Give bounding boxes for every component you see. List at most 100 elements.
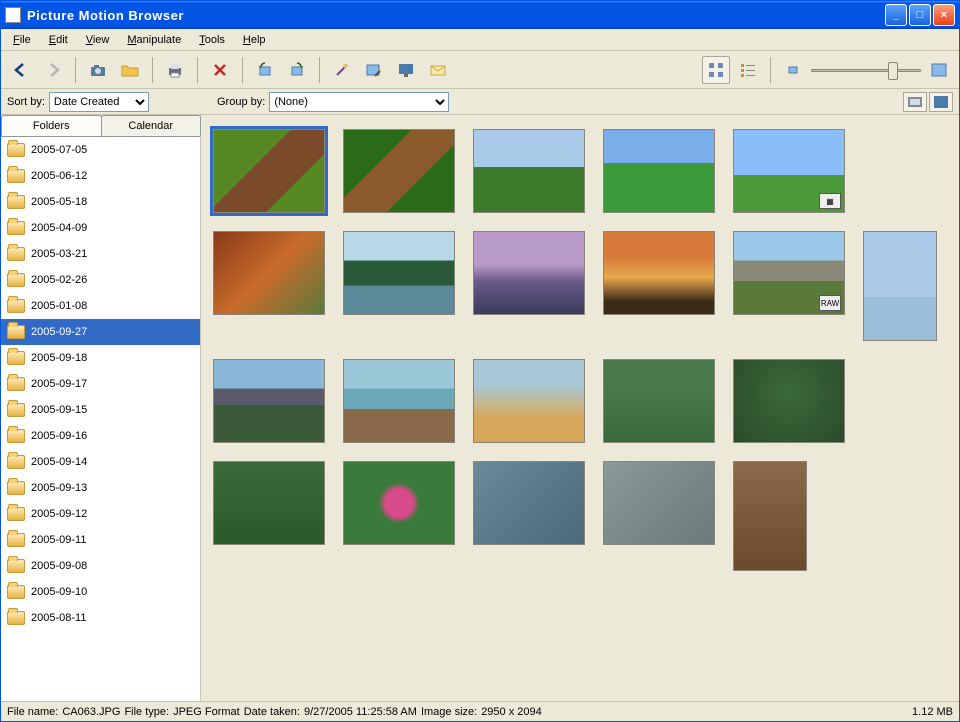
folder-row[interactable]: 2005-09-17: [1, 371, 200, 397]
maximize-button[interactable]: □: [909, 4, 931, 26]
tab-calendar[interactable]: Calendar: [101, 115, 202, 136]
folder-row[interactable]: 2005-02-26: [1, 267, 200, 293]
folder-label: 2005-05-18: [31, 196, 87, 208]
print-button[interactable]: [161, 56, 189, 84]
thumbnail[interactable]: [213, 461, 325, 545]
thumbnail[interactable]: [473, 129, 585, 213]
group-select[interactable]: (None): [269, 92, 449, 112]
thumbnail[interactable]: [863, 231, 937, 341]
single-icon: [933, 95, 949, 109]
delete-button[interactable]: [206, 56, 234, 84]
menu-edit[interactable]: Edit: [41, 32, 76, 48]
thumbnail[interactable]: RAW: [733, 231, 845, 315]
folder-row[interactable]: 2005-05-18: [1, 189, 200, 215]
zoom-large-button[interactable]: [925, 56, 953, 84]
menu-help[interactable]: Help: [235, 32, 274, 48]
folder-open-icon: [120, 60, 140, 80]
folder-row[interactable]: 2005-04-09: [1, 215, 200, 241]
folder-label: 2005-09-08: [31, 560, 87, 572]
folder-row[interactable]: 2005-07-05: [1, 137, 200, 163]
thumbnail[interactable]: [473, 231, 585, 315]
single-view-button[interactable]: [929, 92, 953, 112]
folder-row[interactable]: 2005-01-08: [1, 293, 200, 319]
folder-row[interactable]: 2005-08-11: [1, 605, 200, 631]
thumbnail[interactable]: [343, 359, 455, 443]
folder-icon: [7, 221, 25, 235]
printer-icon: [165, 60, 185, 80]
sort-label: Sort by:: [7, 96, 45, 108]
thumbnail[interactable]: [473, 359, 585, 443]
thumbnail[interactable]: [473, 461, 585, 545]
edit-button[interactable]: [360, 56, 388, 84]
sort-select[interactable]: Date Created: [49, 92, 149, 112]
folder-row[interactable]: 2005-09-08: [1, 553, 200, 579]
zoom-slider[interactable]: [811, 60, 921, 80]
folder-label: 2005-02-26: [31, 274, 87, 286]
folder-row[interactable]: 2005-09-12: [1, 501, 200, 527]
thumbnails-view-button[interactable]: [702, 56, 730, 84]
folder-row[interactable]: 2005-09-18: [1, 345, 200, 371]
thumbnails-scroll[interactable]: ▦ RAW: [201, 115, 959, 701]
content-area: ▦ RAW: [201, 115, 959, 701]
zoom-small-button[interactable]: [779, 56, 807, 84]
forward-button[interactable]: [39, 56, 67, 84]
app-icon: [5, 7, 21, 23]
folder-row[interactable]: 2005-09-16: [1, 423, 200, 449]
status-datetaken-label: Date taken:: [244, 706, 300, 718]
email-button[interactable]: [424, 56, 452, 84]
camera-icon: [88, 60, 108, 80]
folder-row[interactable]: 2005-09-11: [1, 527, 200, 553]
minimize-button[interactable]: _: [885, 4, 907, 26]
folder-row[interactable]: 2005-09-27: [1, 319, 200, 345]
tab-folders[interactable]: Folders: [1, 115, 102, 136]
folder-label: 2005-04-09: [31, 222, 87, 234]
sidebar: Folders Calendar 2005-07-052005-06-12200…: [1, 115, 201, 701]
menu-manipulate[interactable]: Manipulate: [119, 32, 189, 48]
thumbnail[interactable]: [603, 359, 715, 443]
import-camera-button[interactable]: [84, 56, 112, 84]
folder-label: 2005-09-12: [31, 508, 87, 520]
folder-icon: [7, 247, 25, 261]
status-filetype: JPEG Format: [173, 706, 240, 718]
folder-row[interactable]: 2005-09-15: [1, 397, 200, 423]
menu-file[interactable]: File: [5, 32, 39, 48]
menu-view[interactable]: View: [78, 32, 118, 48]
menu-tools[interactable]: Tools: [191, 32, 233, 48]
thumb-small-icon: [783, 60, 803, 80]
thumbnail[interactable]: [343, 461, 455, 545]
thumbnail[interactable]: [343, 231, 455, 315]
folder-row[interactable]: 2005-09-10: [1, 579, 200, 605]
rotate-left-button[interactable]: [251, 56, 279, 84]
open-folder-button[interactable]: [116, 56, 144, 84]
rotate-right-button[interactable]: [283, 56, 311, 84]
filter-bar: Sort by: Date Created Group by: (None): [1, 89, 959, 115]
slider-thumb[interactable]: [888, 62, 898, 80]
folder-row[interactable]: 2005-03-21: [1, 241, 200, 267]
back-button[interactable]: [7, 56, 35, 84]
window-title: Picture Motion Browser: [27, 8, 885, 23]
thumbnail[interactable]: [733, 359, 845, 443]
folder-row[interactable]: 2005-09-14: [1, 449, 200, 475]
thumbnail[interactable]: [603, 231, 715, 315]
filmstrip-view-button[interactable]: [903, 92, 927, 112]
thumbnail[interactable]: [603, 461, 715, 545]
thumbnail[interactable]: [343, 129, 455, 213]
menubar: File Edit View Manipulate Tools Help: [1, 29, 959, 51]
thumbnail[interactable]: [213, 359, 325, 443]
folder-icon: [7, 351, 25, 365]
statusbar: File name: CA063.JPG File type: JPEG For…: [1, 701, 959, 721]
folder-list[interactable]: 2005-07-052005-06-12 2005-05-18 2005-04-09…: [1, 137, 200, 701]
folder-icon: [7, 195, 25, 209]
thumbnail[interactable]: [213, 231, 325, 315]
thumbnail[interactable]: ▦: [733, 129, 845, 213]
thumbnail[interactable]: [733, 461, 807, 571]
slideshow-button[interactable]: [392, 56, 420, 84]
folder-row[interactable]: 2005-09-13: [1, 475, 200, 501]
close-button[interactable]: ×: [933, 4, 955, 26]
folder-label: 2005-01-08: [31, 300, 87, 312]
thumbnail[interactable]: [603, 129, 715, 213]
folder-row[interactable]: 2005-06-12: [1, 163, 200, 189]
auto-correct-button[interactable]: [328, 56, 356, 84]
thumbnail[interactable]: [213, 129, 325, 213]
details-view-button[interactable]: [734, 56, 762, 84]
